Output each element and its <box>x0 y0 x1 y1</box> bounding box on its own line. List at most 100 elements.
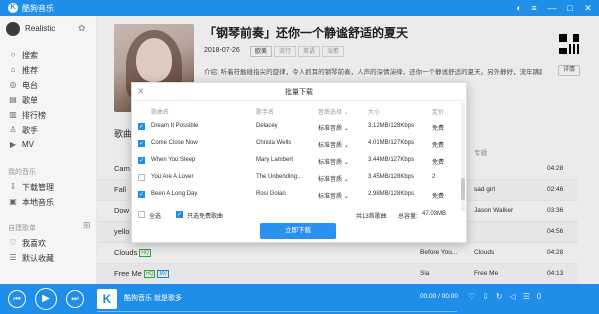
download-icon[interactable]: ⇩ <box>482 292 496 301</box>
close-icon[interactable]: ✕ <box>137 86 145 97</box>
sidebar-item-search[interactable]: ○ 搜索 <box>8 48 94 62</box>
play-icon[interactable]: ▶ <box>35 288 57 310</box>
song-price: 免费 <box>432 194 445 200</box>
list-item[interactable]: ✓ When You Sleep Mary Lambert 标准音质 ⌄ 3.4… <box>132 153 456 170</box>
now-playing-cover[interactable]: K <box>97 289 117 309</box>
now-playing-title: 酷狗音乐 就是歌多 <box>124 295 182 302</box>
scrollbar-thumb[interactable] <box>461 178 465 200</box>
quality-select[interactable]: 标准音质 ⌄ <box>318 140 349 149</box>
quality-select[interactable]: 标准音质 ⌄ <box>318 123 349 132</box>
download-now-button[interactable]: 立即下载 <box>260 223 336 239</box>
user-profile[interactable]: Realistic ✿ <box>6 22 96 36</box>
col-singer: 歌手名 <box>256 110 275 116</box>
capacity-label: 总容量: <box>398 214 418 220</box>
song-singer: Christa Wells <box>256 140 292 146</box>
scrollbar[interactable] <box>461 103 465 211</box>
song-singer: Mary Lambert <box>256 157 294 163</box>
song-count: 共13首歌曲 <box>356 214 387 220</box>
volume-icon[interactable]: ◁ <box>510 292 523 301</box>
radio-icon: ◎ <box>9 80 17 89</box>
song-price: 免费 <box>432 143 445 149</box>
app-title: 酷狗音乐 <box>22 4 54 13</box>
sidebar-item-recommend[interactable]: ⌂ 推荐 <box>8 63 94 77</box>
sidebar-item-radio[interactable]: ◎ 电台 <box>8 78 94 92</box>
singer-icon: ♙ <box>9 125 17 134</box>
quality-value: 标准音质 <box>318 177 343 183</box>
free-only-checkbox[interactable]: ✓ <box>176 211 183 218</box>
col-quality[interactable]: 音质选择 ⌄ <box>318 107 349 116</box>
minimize-icon[interactable]: — <box>546 2 558 14</box>
sidebar-item-label: 电台 <box>22 81 38 90</box>
checkbox-checked[interactable]: ✓ <box>138 140 145 147</box>
sidebar-item-label: 我喜欢 <box>22 239 46 248</box>
previous-icon[interactable]: ⏮ <box>8 290 26 308</box>
song-size: 3.12MB/128Kbps <box>368 123 415 129</box>
menu-icon[interactable]: ≡ <box>528 2 540 14</box>
quality-select[interactable]: 标准音质 ⌄ <box>318 157 349 166</box>
progress-bar[interactable] <box>97 311 457 312</box>
song-price: 2 <box>432 174 436 180</box>
dialog-header: 批量下载 ✕ <box>132 83 466 101</box>
sidebar-item-label: 推荐 <box>22 66 38 75</box>
local-music-icon: ▣ <box>9 197 17 206</box>
checkbox-checked[interactable]: ✓ <box>138 123 145 130</box>
sidebar-item-label: 排行榜 <box>22 111 46 120</box>
playback-time: 00:00 / 00:00 <box>420 293 458 300</box>
checkbox-checked[interactable]: ✓ <box>138 157 145 164</box>
song-size: 4.01MB/127Kbps <box>368 140 415 146</box>
select-all-checkbox[interactable] <box>138 211 145 218</box>
sidebar-item-label: 搜索 <box>22 51 38 60</box>
sidebar-item-charts[interactable]: ▥ 排行榜 <box>8 108 94 122</box>
dialog-title: 批量下载 <box>285 89 313 96</box>
checkbox-unchecked[interactable] <box>138 174 145 181</box>
song-singer: The Unbending... <box>256 174 303 180</box>
quality-select[interactable]: 标准音质 ⌄ <box>318 174 349 183</box>
loop-icon[interactable]: ↻ <box>496 292 510 301</box>
sidebar-item-mv[interactable]: ▶ MV <box>8 138 94 152</box>
chevron-down-icon: ⌄ <box>343 194 349 200</box>
sidebar-item-label: 歌单 <box>22 96 38 105</box>
chevron-down-icon: ⌄ <box>343 160 349 166</box>
song-title: When You Sleep <box>151 157 196 163</box>
sidebar-item-playlists[interactable]: ▤ 歌单 <box>8 93 94 107</box>
col-song: 歌曲名 <box>151 110 170 116</box>
quality-value: 标准音质 <box>318 126 343 132</box>
list-item[interactable]: ✓ Been A Long Day Rosi Golan 标准音质 ⌄ 2.98… <box>132 187 456 204</box>
list-item[interactable]: ✓ Dream It Possible Delacey 标准音质 ⌄ 3.12M… <box>132 119 456 136</box>
gear-icon[interactable]: ✿ <box>78 23 86 34</box>
avatar[interactable] <box>6 22 20 36</box>
home-icon: ⌂ <box>10 65 16 74</box>
heart-icon[interactable]: ♡ <box>468 292 482 301</box>
sidebar-item-favorites[interactable]: ♡ 我喜欢 <box>8 236 94 250</box>
next-icon[interactable]: ⏭ <box>66 290 84 308</box>
quality-select[interactable]: 标准音质 ⌄ <box>318 191 349 200</box>
sidebar-item-default-collection[interactable]: ☰ 默认收藏 <box>8 251 94 265</box>
list-item[interactable]: ✓ Come Close Now Christa Wells 标准音质 ⌄ 4.… <box>132 136 456 153</box>
add-playlist-icon[interactable]: ⊞ <box>83 220 91 231</box>
select-all-label[interactable]: 全选 <box>149 211 161 220</box>
sidebar: Realistic ✿ ○ 搜索 ⌂ 推荐 ◎ 电台 ▤ 歌单 ▥ 排行榜 ♙ … <box>0 16 97 284</box>
col-price: 定价 <box>432 110 445 116</box>
chevron-down-icon: ⌄ <box>343 143 349 149</box>
song-price: 免费 <box>432 126 445 132</box>
list-icon: ☰ <box>9 253 17 262</box>
skin-icon[interactable]: ◐ <box>513 2 525 14</box>
sidebar-item-singers[interactable]: ♙ 歌手 <box>8 123 94 137</box>
player-actions: ♡⇩↻◁☰0 <box>468 292 548 301</box>
sidebar-item-label: 下载管理 <box>22 183 54 192</box>
sidebar-item-local-music[interactable]: ▣ 本地音乐 <box>8 195 94 209</box>
download-icon: ⇩ <box>9 182 17 191</box>
list-item[interactable]: You Are A Lover The Unbending... 标准音质 ⌄ … <box>132 170 456 187</box>
maximize-icon[interactable]: □ <box>564 2 576 14</box>
playlist-icon[interactable]: ☰ <box>523 292 537 301</box>
free-only-label[interactable]: 只选免费歌曲 <box>187 211 223 220</box>
checkbox-checked[interactable]: ✓ <box>138 191 145 198</box>
sidebar-item-downloads[interactable]: ⇩ 下载管理 <box>8 180 94 194</box>
song-singer: Delacey <box>256 123 278 129</box>
close-icon[interactable]: ✕ <box>582 2 594 14</box>
user-name[interactable]: Realistic <box>25 24 55 33</box>
song-title: You Are A Lover <box>151 174 194 180</box>
quality-value: 标准音质 <box>318 160 343 166</box>
chevron-down-icon: ⌄ <box>343 177 349 183</box>
song-title: Been A Long Day <box>151 191 198 197</box>
